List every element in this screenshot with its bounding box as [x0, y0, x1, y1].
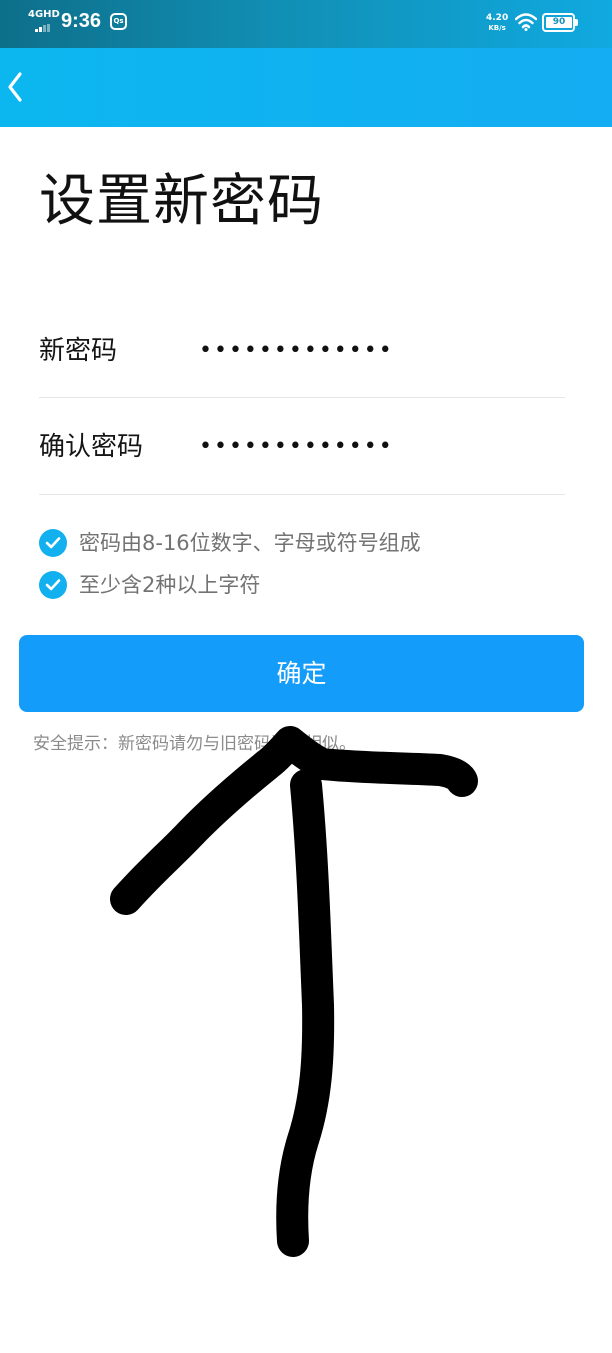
confirm-password-input[interactable]	[199, 426, 449, 466]
network-speed: 4.20 KB/s	[486, 13, 508, 33]
battery-level: 90	[546, 17, 572, 28]
confirm-password-label: 确认密码	[39, 432, 144, 462]
new-password-field: 新密码	[39, 301, 565, 398]
signal-icon	[35, 24, 55, 32]
wifi-icon	[515, 13, 537, 31]
network-speed-unit: KB/s	[488, 24, 506, 32]
page-title: 设置新密码	[39, 169, 324, 234]
new-password-label: 新密码	[39, 336, 118, 366]
app-header	[0, 48, 612, 127]
check-circle-icon	[39, 571, 67, 599]
status-bar: 4GHD 9:36 Qs 4.20 KB/s 90	[0, 0, 612, 48]
confirm-button[interactable]: 确定	[19, 635, 584, 712]
confirm-password-field: 确认密码	[39, 398, 565, 495]
rule-text: 密码由8-16位数字、字母或符号组成	[79, 531, 421, 555]
check-circle-icon	[39, 529, 67, 557]
status-time: 9:36	[61, 10, 102, 32]
battery-icon: 90	[542, 13, 575, 32]
network-speed-value: 4.20	[486, 13, 509, 23]
rule-text: 至少含2种以上字符	[79, 573, 261, 597]
security-tip: 安全提示：新密码请勿与旧密码过于相似。	[33, 734, 356, 754]
new-password-input[interactable]	[199, 330, 449, 370]
network-type: 4GHD	[28, 9, 60, 20]
notification-app-icon: Qs	[110, 13, 127, 30]
battery-cap	[575, 19, 578, 26]
back-button[interactable]	[0, 65, 40, 109]
chevron-left-icon	[8, 72, 22, 102]
